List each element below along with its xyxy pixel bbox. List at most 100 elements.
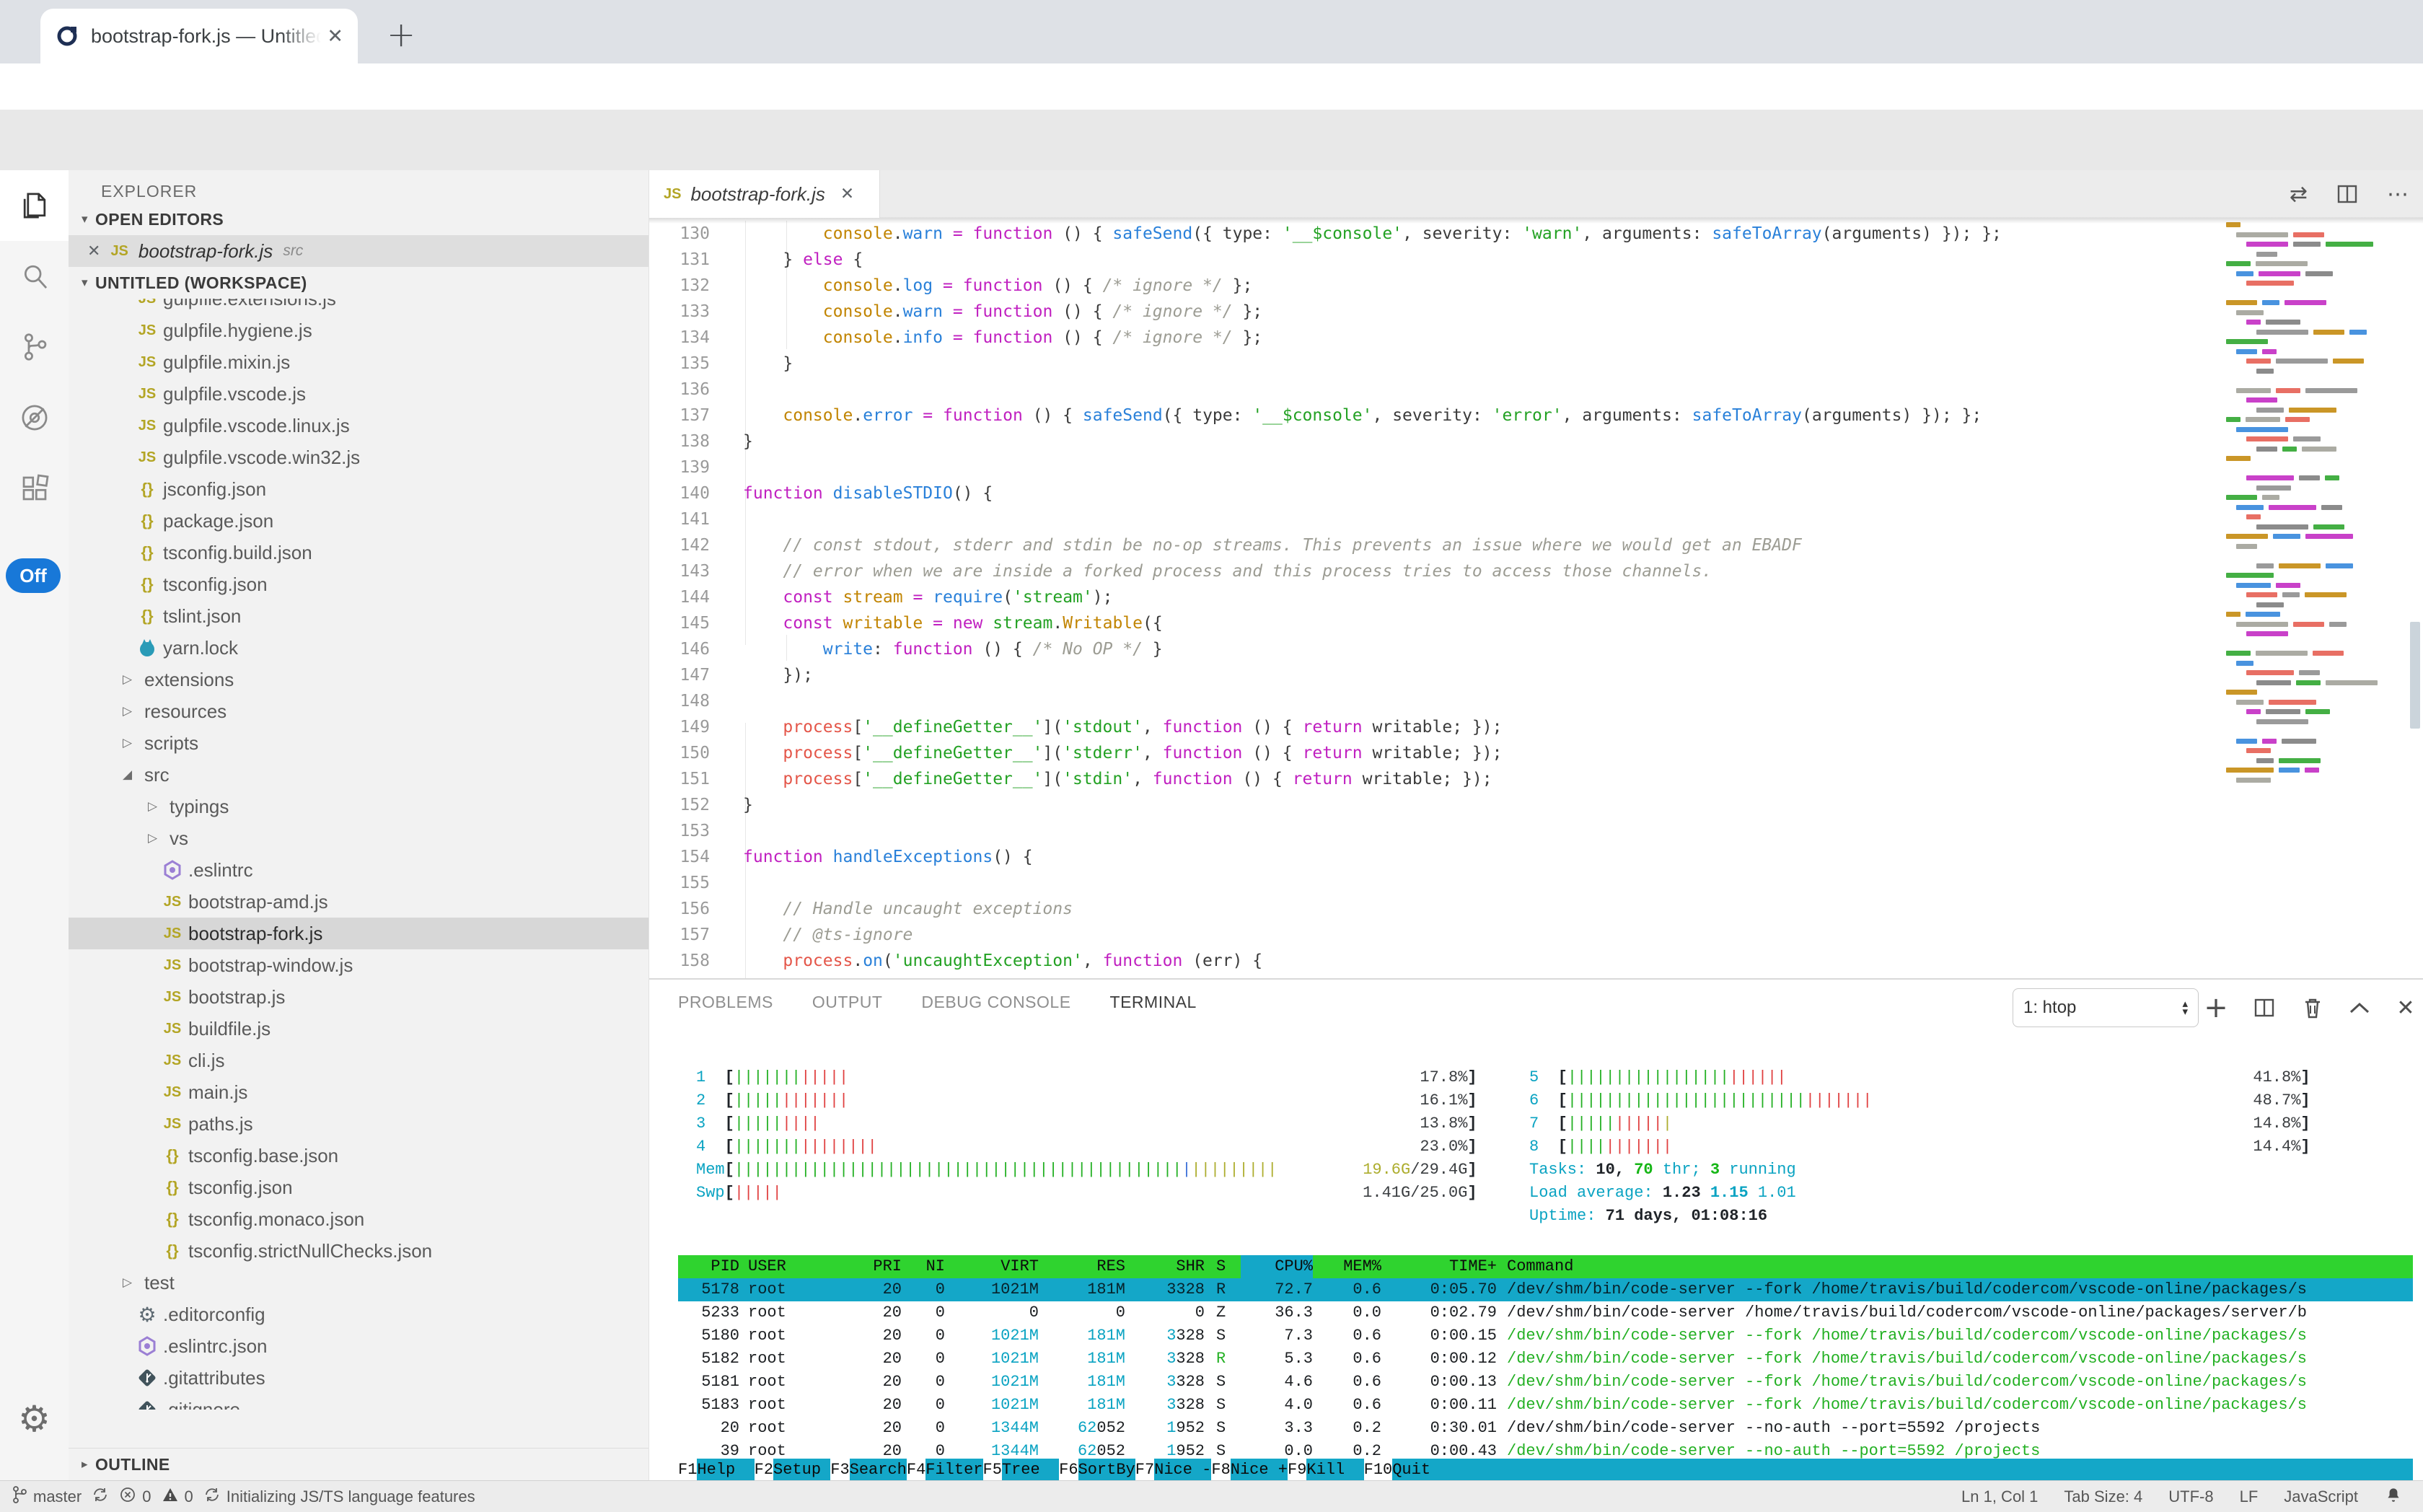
file-item-gulpfile.extensions.js[interactable]: JSgulpfile.extensions.js — [69, 299, 648, 315]
fkey-f1[interactable]: F1 — [678, 1459, 697, 1482]
fkey-label-f1[interactable]: Help — [697, 1459, 754, 1482]
code-line[interactable]: console.warn = function () { safeSend({ … — [743, 221, 2207, 247]
file-item-paths.js[interactable]: JSpaths.js — [69, 1108, 648, 1140]
code-line[interactable] — [743, 688, 2207, 714]
code-line[interactable]: // const stdout, stderr and stdin be no-… — [743, 532, 2207, 558]
sync-button[interactable] — [92, 1486, 109, 1508]
fkey-label-f6[interactable]: SortBy — [1078, 1459, 1135, 1482]
code-line[interactable]: } — [743, 792, 2207, 818]
fkey-f8[interactable]: F8 — [1211, 1459, 1230, 1482]
git-branch-status[interactable]: master — [12, 1485, 82, 1508]
process-row[interactable]: 5181root2001021M181M3328S4.60.60:00.13/d… — [678, 1371, 2413, 1394]
code-line[interactable]: } — [743, 351, 2207, 377]
file-item-tsconfig.monaco.json[interactable]: {}tsconfig.monaco.json — [69, 1203, 648, 1235]
bell-icon[interactable] — [2384, 1485, 2403, 1508]
code-line[interactable] — [743, 377, 2207, 403]
cursor-position[interactable]: Ln 1, Col 1 — [1961, 1487, 2038, 1506]
file-item-gulpfile.hygiene.js[interactable]: JSgulpfile.hygiene.js — [69, 315, 648, 346]
file-item-src[interactable]: ◢src — [69, 759, 648, 791]
fkey-f9[interactable]: F9 — [1288, 1459, 1306, 1482]
code-line[interactable] — [743, 818, 2207, 844]
encoding[interactable]: UTF-8 — [2168, 1487, 2213, 1506]
more-actions-icon[interactable]: ⋯ — [2387, 182, 2409, 207]
file-item-.eslintrc.json[interactable]: .eslintrc.json — [69, 1330, 648, 1362]
file-item-tsconfig.base.json[interactable]: {}tsconfig.base.json — [69, 1140, 648, 1172]
code-line[interactable]: process['__defineGetter__']('stdin', fun… — [743, 766, 2207, 792]
code-line[interactable] — [743, 870, 2207, 896]
code-line[interactable]: process.on('uncaughtException', function… — [743, 948, 2207, 974]
fkey-label-f2[interactable]: Setup — [773, 1459, 830, 1482]
fkey-f2[interactable]: F2 — [755, 1459, 773, 1482]
file-item-test[interactable]: ▷test — [69, 1267, 648, 1298]
open-changes-icon[interactable]: ⇄ — [2290, 182, 2308, 207]
code-line[interactable] — [743, 454, 2207, 480]
fkey-label-f9[interactable]: Kill — [1306, 1459, 1363, 1482]
maximize-panel-icon[interactable] — [2340, 988, 2379, 1027]
process-row[interactable]: 5180root2001021M181M3328S7.30.60:00.15/d… — [678, 1324, 2413, 1348]
file-item-bootstrap-fork.js[interactable]: JSbootstrap-fork.js — [69, 918, 648, 949]
file-item-.gitignore[interactable]: .gitignore — [69, 1394, 648, 1410]
file-item-bootstrap-window.js[interactable]: JSbootstrap-window.js — [69, 949, 648, 981]
code-line[interactable]: function disableSTDIO() { — [743, 480, 2207, 506]
file-item-scripts[interactable]: ▷scripts — [69, 727, 648, 759]
fkey-f4[interactable]: F4 — [907, 1459, 925, 1482]
code-line[interactable] — [743, 506, 2207, 532]
section-outline[interactable]: ▸ OUTLINE — [69, 1448, 648, 1480]
problems-warnings[interactable]: 0 — [162, 1486, 193, 1508]
code-line[interactable]: process['__defineGetter__']('stdout', fu… — [743, 714, 2207, 740]
process-row[interactable]: 20root2001344M620521952S3.30.20:30.01/de… — [678, 1417, 2413, 1440]
fkey-label-f3[interactable]: Search — [850, 1459, 907, 1482]
file-item-extensions[interactable]: ▷extensions — [69, 664, 648, 695]
fkey-label-f8[interactable]: Nice + — [1231, 1459, 1288, 1482]
activity-extensions-icon[interactable] — [0, 453, 69, 524]
file-item-cli.js[interactable]: JScli.js — [69, 1045, 648, 1076]
file-item-tslint.json[interactable]: {}tslint.json — [69, 600, 648, 632]
process-row[interactable]: 5182root2001021M181M3328R5.30.60:00.12/d… — [678, 1348, 2413, 1371]
code-line[interactable]: function handleExceptions() { — [743, 844, 2207, 870]
file-item-jsconfig.json[interactable]: {}jsconfig.json — [69, 473, 648, 505]
terminal-select[interactable]: 1: htop ▴▾ — [2013, 988, 2199, 1027]
code-editor[interactable]: 1301311321331341351361371381391401411421… — [649, 218, 2423, 978]
close-panel-icon[interactable]: ✕ — [2386, 988, 2423, 1027]
code-line[interactable]: // @ts-ignore — [743, 922, 2207, 948]
file-item-.eslintrc[interactable]: .eslintrc — [69, 854, 648, 886]
file-item-.gitattributes[interactable]: .gitattributes — [69, 1362, 648, 1394]
code-line[interactable]: // error when we are inside a forked pro… — [743, 558, 2207, 584]
fkey-f3[interactable]: F3 — [830, 1459, 849, 1482]
file-item-typings[interactable]: ▷typings — [69, 791, 648, 822]
kill-terminal-icon[interactable] — [2293, 988, 2332, 1027]
tab-close-icon[interactable]: ✕ — [327, 25, 343, 48]
section-open-editors[interactable]: ▾ OPEN EDITORS — [69, 203, 648, 235]
close-icon[interactable]: ✕ — [87, 242, 100, 260]
collaboration-off-badge[interactable]: Off — [6, 558, 61, 593]
section-workspace[interactable]: ▾ UNTITLED (WORKSPACE) — [69, 267, 648, 299]
file-item-tsconfig.build.json[interactable]: {}tsconfig.build.json — [69, 537, 648, 568]
fkey-label-f10[interactable]: Quit — [1392, 1459, 1449, 1482]
file-item-main.js[interactable]: JSmain.js — [69, 1076, 648, 1108]
editor-tab[interactable]: JS bootstrap-fork.js ✕ — [649, 170, 880, 218]
editor-scrollbar[interactable] — [2410, 622, 2420, 729]
activity-source-control-icon[interactable] — [0, 312, 69, 382]
indentation[interactable]: Tab Size: 4 — [2064, 1487, 2142, 1506]
code-line[interactable]: }); — [743, 662, 2207, 688]
fkey-label-f5[interactable]: Tree — [1002, 1459, 1059, 1482]
file-item-bootstrap.js[interactable]: JSbootstrap.js — [69, 981, 648, 1013]
code-line[interactable]: const writable = new stream.Writable({ — [743, 610, 2207, 636]
fkey-label-f4[interactable]: Filter — [925, 1459, 982, 1482]
file-item-gulpfile.mixin.js[interactable]: JSgulpfile.mixin.js — [69, 346, 648, 378]
problems-errors[interactable]: 0 — [119, 1486, 151, 1508]
code-line[interactable]: console.warn = function () { /* ignore *… — [743, 299, 2207, 325]
split-editor-icon[interactable] — [2336, 183, 2358, 205]
fkey-f6[interactable]: F6 — [1059, 1459, 1078, 1482]
split-terminal-icon[interactable] — [2245, 988, 2284, 1027]
code-line[interactable]: process['__defineGetter__']('stderr', fu… — [743, 740, 2207, 766]
file-item-gulpfile.vscode.win32.js[interactable]: JSgulpfile.vscode.win32.js — [69, 441, 648, 473]
code-line[interactable]: console.log = function () { /* ignore */… — [743, 273, 2207, 299]
language-mode[interactable]: JavaScript — [2284, 1487, 2358, 1506]
process-row[interactable]: 5183root2001021M181M3328S4.00.60:00.11/d… — [678, 1394, 2413, 1417]
language-status[interactable]: Initializing JS/TS language features — [203, 1486, 475, 1508]
fkey-f7[interactable]: F7 — [1135, 1459, 1154, 1482]
file-item-package.json[interactable]: {}package.json — [69, 505, 648, 537]
panel-tab-terminal[interactable]: TERMINAL — [1110, 993, 1197, 1012]
code-line[interactable]: console.error = function () { safeSend({… — [743, 403, 2207, 428]
